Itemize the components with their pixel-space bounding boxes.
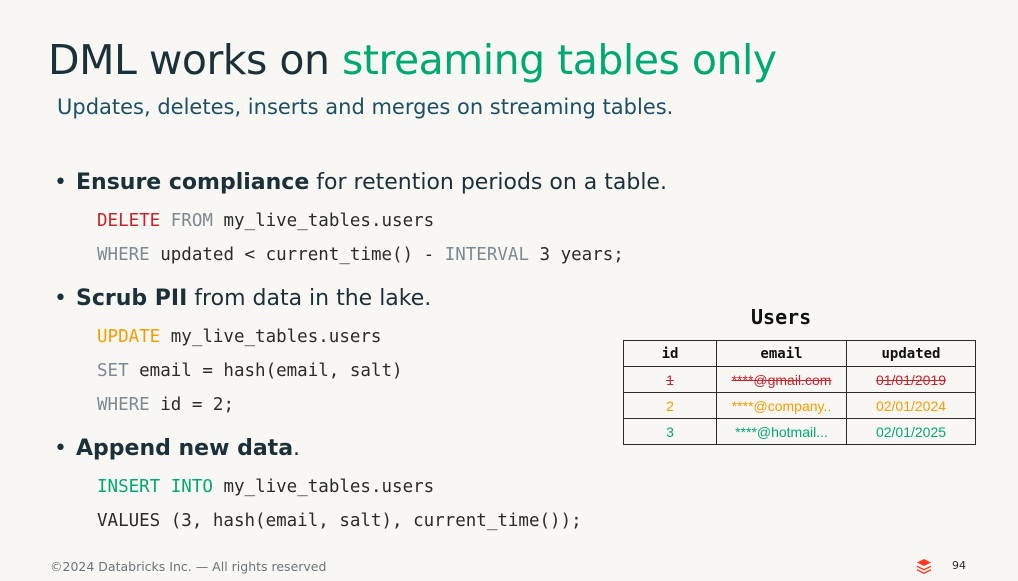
bullet-ensure-compliance: • Ensure compliance for retention periods… [54, 170, 667, 195]
bullet-append-new-data: • Append new data. [54, 436, 300, 461]
bullet-dot: • [54, 436, 67, 461]
users-table: id email updated 1 ****@gmail.com 01/01/… [623, 340, 976, 445]
code-keyword: INSERT [97, 477, 161, 497]
table-cell: 01/01/2019 [846, 366, 976, 393]
bullet-scrub-pii: • Scrub PII from data in the lake. [54, 286, 431, 311]
table-cell: 02/01/2025 [846, 418, 976, 445]
code-line: DELETE FROM my_live_tables.users [97, 211, 434, 231]
code-text: id = 2; [149, 395, 234, 415]
code-keyword: FROM [170, 211, 213, 231]
code-keyword: DELETE [97, 211, 161, 231]
code-line: INSERT INTO my_live_tables.users [97, 477, 434, 497]
table-header-row: id email updated [623, 340, 976, 367]
bullet-text: from data in the lake. [187, 286, 432, 311]
code-text: 3 years; [529, 245, 624, 265]
bullet-dot: • [54, 170, 67, 195]
code-text: VALUES (3, hash(email, salt), current_ti… [97, 511, 582, 531]
table-cell: 2 [623, 392, 717, 419]
bullet-bold-text: Append new data [76, 436, 294, 461]
code-text: email = hash(email, salt) [128, 361, 403, 381]
code-line: WHERE id = 2; [97, 395, 234, 415]
databricks-logo-icon [917, 559, 931, 574]
code-keyword: INTO [170, 477, 213, 497]
code-keyword: WHERE [97, 395, 150, 415]
column-header-updated: updated [846, 340, 976, 367]
table-row-inserted: 3 ****@hotmail... 02/01/2025 [623, 418, 976, 445]
table-cell: 3 [623, 418, 717, 445]
bullet-bold-text: Ensure compliance [76, 170, 310, 195]
code-keyword: UPDATE [97, 327, 161, 347]
title-part-1: DML works on [48, 36, 343, 84]
table-cell: 1 [623, 366, 717, 393]
code-line: VALUES (3, hash(email, salt), current_ti… [97, 511, 582, 531]
slide-title: DML works on streaming tables only [48, 36, 777, 84]
table-cell: ****@gmail.com [716, 366, 847, 393]
table-cell: ****@hotmail... [716, 418, 847, 445]
table-cell: ****@company.. [716, 392, 847, 419]
copyright-footer: ©2024 Databricks Inc. — All rights reser… [50, 559, 327, 574]
code-keyword: INTERVAL [444, 245, 529, 265]
code-keyword: SET [97, 361, 129, 381]
bullet-text: . [293, 436, 301, 461]
code-text: my_live_tables.users [160, 327, 382, 347]
code-line: WHERE updated < current_time() - INTERVA… [97, 245, 624, 265]
code-line: UPDATE my_live_tables.users [97, 327, 381, 347]
table-row-deleted: 1 ****@gmail.com 01/01/2019 [623, 366, 976, 393]
code-text: my_live_tables.users [212, 211, 435, 231]
table-cell: 02/01/2024 [846, 392, 976, 419]
code-text: my_live_tables.users [212, 477, 435, 497]
code-line: SET email = hash(email, salt) [97, 361, 403, 381]
slide-subtitle: Updates, deletes, inserts and merges on … [57, 95, 674, 119]
page-number: 94 [952, 559, 966, 572]
code-text: updated < current_time() - [149, 245, 445, 265]
bullet-bold-text: Scrub PII [76, 286, 188, 311]
users-table-title: Users [751, 305, 812, 329]
bullet-text: for retention periods on a table. [309, 170, 667, 195]
table-row-updated: 2 ****@company.. 02/01/2024 [623, 392, 976, 419]
code-keyword: WHERE [97, 245, 150, 265]
column-header-id: id [623, 340, 717, 367]
title-part-2-highlight: streaming tables only [342, 36, 777, 84]
column-header-email: email [716, 340, 847, 367]
bullet-dot: • [54, 286, 67, 311]
